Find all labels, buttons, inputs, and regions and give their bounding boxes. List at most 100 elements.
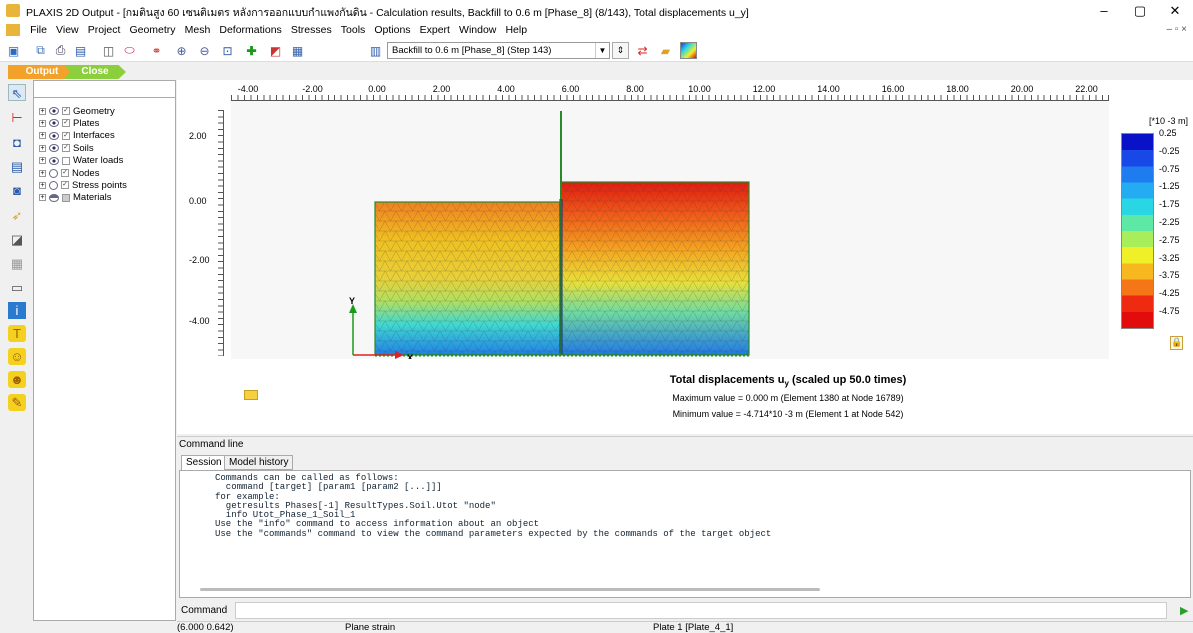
expand-icon[interactable]: + — [39, 194, 46, 202]
visibility-checkbox[interactable]: ✓ — [62, 144, 70, 153]
edit-note-icon[interactable]: ✎ — [8, 394, 26, 411]
plot-area[interactable]: Y X — [231, 101, 1109, 363]
session-output[interactable]: Commands can be called as follows: comma… — [179, 470, 1191, 598]
menu-options[interactable]: Options — [371, 22, 413, 38]
view-icon[interactable]: ⬭ — [121, 42, 138, 59]
legend-label: -4.75 — [1159, 306, 1180, 316]
minimize-button[interactable]: – — [1086, 1, 1122, 21]
table-view-icon[interactable]: ▤ — [8, 158, 26, 175]
expand-icon[interactable]: + — [39, 107, 46, 115]
tab-close[interactable]: Close — [64, 65, 126, 79]
previous-next-step-icon[interactable]: ⇄ — [634, 42, 651, 59]
command-input[interactable] — [235, 602, 1167, 619]
explorer-search-input[interactable] — [34, 81, 175, 98]
tree-item[interactable]: + ✓ Geometry — [39, 105, 115, 117]
menu-tools[interactable]: Tools — [338, 22, 369, 38]
eye-icon[interactable] — [49, 107, 59, 115]
chart-icon[interactable]: ▰ — [657, 42, 674, 59]
tab-model-history[interactable]: Model history — [224, 455, 294, 470]
menu-bar: File View Project Geometry Mesh Deformat… — [0, 22, 1193, 39]
menu-geometry[interactable]: Geometry — [126, 22, 178, 38]
tree-item[interactable]: + ✓ Interfaces — [39, 130, 115, 142]
sticky-note-icon[interactable] — [244, 390, 258, 400]
copy-icon[interactable]: ⧉ — [32, 42, 49, 59]
visibility-checkbox[interactable]: ✓ — [62, 107, 70, 115]
ruler-icon[interactable]: ▭ — [8, 279, 26, 296]
tree-item[interactable]: + Water loads — [39, 155, 123, 167]
label-tool-icon[interactable]: T — [8, 325, 26, 342]
visibility-checkbox[interactable] — [62, 156, 70, 165]
eye-icon[interactable] — [49, 156, 59, 165]
visibility-checkbox[interactable]: ✓ — [61, 181, 69, 190]
menu-expert[interactable]: Expert — [417, 22, 453, 38]
plot-viewport[interactable]: -4.00 -2.00 0.00 2.00 4.00 6.00 8.00 10.00 12.00… — [177, 80, 1193, 434]
menu-deformations[interactable]: Deformations — [216, 22, 284, 38]
visibility-checkbox[interactable] — [62, 193, 70, 202]
tree-item[interactable]: + ✓ Soils — [39, 142, 94, 154]
menu-project[interactable]: Project — [85, 22, 124, 38]
contour-plot[interactable]: Y X — [231, 101, 1109, 363]
tree-item[interactable]: + ✓ Plates — [39, 117, 99, 129]
document-icon[interactable] — [6, 24, 20, 36]
selection-icon[interactable]: ⚭ — [148, 42, 165, 59]
node-select-icon[interactable]: ⊢ — [8, 109, 26, 126]
horizontal-scrollbar[interactable] — [200, 588, 820, 591]
tree-item[interactable]: + ✓ Stress points — [39, 179, 127, 191]
run-command-icon[interactable]: ▶ — [1180, 604, 1188, 617]
zoom-window-icon[interactable]: ⊡ — [219, 42, 236, 59]
close-button[interactable]: ✕ — [1157, 1, 1193, 21]
select-pointer-icon[interactable]: ⇖ — [8, 84, 26, 101]
expand-icon[interactable]: + — [39, 132, 46, 140]
zoom-out-icon[interactable]: ⊖ — [196, 42, 213, 59]
pan-icon[interactable]: ✚ — [243, 42, 260, 59]
step-spinner-icon[interactable]: ⇕ — [612, 42, 629, 59]
menu-view[interactable]: View — [53, 22, 82, 38]
line-tool-icon[interactable]: ◪ — [8, 231, 26, 248]
menu-file[interactable]: File — [27, 22, 50, 38]
stress-point-icon[interactable]: ◘ — [8, 134, 26, 151]
phase-icon[interactable]: ▥ — [367, 42, 384, 59]
tab-output[interactable]: Output — [8, 65, 76, 79]
model-explorer-panel: + ✓ Geometry + ✓ Plates + ✓ Interfaces + ✓ Soils + Wa… — [33, 80, 176, 621]
grid-icon[interactable]: ▦ — [8, 255, 26, 272]
menu-window[interactable]: Window — [456, 22, 499, 38]
circle-icon[interactable] — [49, 168, 58, 178]
info-icon[interactable]: i — [8, 302, 26, 319]
lock-icon[interactable]: 🔒 — [1170, 336, 1183, 350]
zoom-in-icon[interactable]: ⊕ — [173, 42, 190, 59]
cross-section-icon[interactable]: ◩ — [267, 42, 284, 59]
comment-icon[interactable]: ☻ — [8, 371, 26, 388]
menu-help[interactable]: Help — [502, 22, 530, 38]
chevron-down-icon[interactable]: ▼ — [595, 43, 609, 58]
child-window-controls[interactable]: – ▫ × — [1166, 24, 1187, 35]
table-icon[interactable]: ▦ — [289, 42, 306, 59]
menu-stresses[interactable]: Stresses — [288, 22, 335, 38]
eye-icon[interactable] — [49, 144, 59, 153]
expand-icon[interactable]: + — [39, 169, 46, 177]
expand-icon[interactable]: + — [39, 181, 46, 189]
maximize-button[interactable]: ▢ — [1122, 1, 1158, 21]
expand-icon[interactable]: + — [39, 157, 46, 165]
tree-item[interactable]: + ✓ Nodes — [39, 167, 99, 179]
expand-icon[interactable]: + — [39, 144, 46, 152]
print-icon[interactable]: ⎙ — [52, 42, 69, 59]
visibility-checkbox[interactable]: ✓ — [61, 169, 69, 177]
circle-icon[interactable] — [49, 180, 58, 190]
expand-icon[interactable]: + — [39, 119, 46, 127]
report-icon[interactable]: ▤ — [72, 42, 89, 59]
image-icon[interactable]: ◫ — [100, 42, 117, 59]
eye-icon[interactable] — [49, 119, 59, 128]
visibility-checkbox[interactable]: ✓ — [62, 119, 70, 128]
tab-session[interactable]: Session — [181, 455, 227, 470]
eye-icon[interactable] — [49, 131, 59, 140]
visibility-checkbox[interactable]: ✓ — [62, 131, 70, 140]
half-eye-icon[interactable] — [49, 193, 59, 202]
open-project-icon[interactable]: ▣ — [5, 42, 22, 59]
cross-section-tool-icon[interactable]: ➶ — [8, 207, 26, 224]
tree-item[interactable]: + Materials — [39, 192, 112, 204]
annotate-icon[interactable]: ☺ — [8, 348, 26, 365]
menu-mesh[interactable]: Mesh — [182, 22, 214, 38]
color-shading-icon[interactable] — [680, 42, 697, 59]
phase-select[interactable]: Backfill to 0.6 m [Phase_8] (Step 143) ▼ — [387, 42, 610, 59]
curve-icon[interactable]: ◙ — [8, 182, 26, 199]
